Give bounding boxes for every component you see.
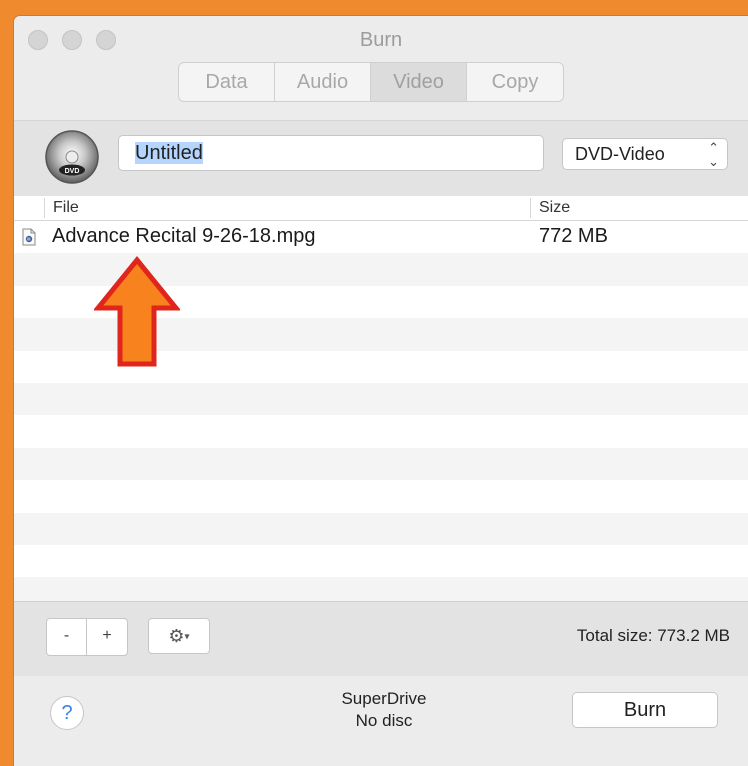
dvd-disc-icon: DVD: [45, 130, 99, 184]
footer-bar: ? SuperDrive No disc Burn: [14, 676, 748, 766]
title-bar: Burn Data Audio Video Copy: [14, 16, 748, 121]
chevron-down-icon: ▾: [184, 631, 190, 643]
empty-row: [14, 545, 748, 577]
tab-audio[interactable]: Audio: [275, 63, 371, 101]
drive-status: No disc: [355, 711, 413, 730]
help-button[interactable]: ?: [50, 696, 84, 730]
disc-type-value: DVD-Video: [575, 144, 665, 164]
window-title: Burn: [359, 29, 403, 51]
disc-name-value: Untitled: [135, 142, 203, 164]
add-remove-group: - +: [46, 618, 128, 656]
tab-data[interactable]: Data: [179, 63, 275, 101]
svg-text:DVD: DVD: [65, 168, 80, 175]
select-arrows-icon: ⌃ ⌄: [708, 140, 719, 169]
empty-row: [14, 577, 748, 601]
bottom-toolbar: - + ⚙▾ Total size: 773.2 MB: [14, 601, 748, 677]
tab-video[interactable]: Video: [371, 63, 467, 101]
disc-name-field[interactable]: Untitled: [118, 135, 544, 171]
annotation-up-arrow-icon: [94, 256, 180, 367]
table-row[interactable]: Advance Recital 9-26-18.mpg 772 MB: [14, 221, 748, 253]
tab-copy[interactable]: Copy: [467, 63, 563, 101]
video-file-icon: [22, 228, 36, 246]
drive-name: SuperDrive: [341, 689, 427, 708]
add-file-button[interactable]: +: [87, 619, 127, 655]
file-size: 772 MB: [539, 225, 608, 247]
burn-button[interactable]: Burn: [572, 692, 718, 728]
empty-row: [14, 512, 748, 545]
drive-info: SuperDrive No disc: [284, 688, 484, 732]
empty-row: [14, 415, 748, 447]
empty-row: [14, 382, 748, 416]
mode-tabs: Data Audio Video Copy: [178, 62, 564, 102]
file-name: Advance Recital 9-26-18.mpg: [52, 225, 316, 247]
column-header-size[interactable]: Size: [530, 198, 570, 218]
burn-window: Burn Data Audio Video Copy DVD Untitled …: [14, 16, 748, 766]
action-menu-button[interactable]: ⚙▾: [148, 618, 210, 654]
gear-icon: ⚙: [168, 626, 185, 646]
table-header: File Size: [14, 196, 748, 221]
disc-type-select[interactable]: DVD-Video ⌃ ⌄: [562, 138, 728, 170]
total-size-label: Total size: 773.2 MB: [576, 626, 730, 645]
remove-file-button[interactable]: -: [47, 619, 87, 655]
column-header-file[interactable]: File: [44, 198, 79, 218]
empty-row: [14, 480, 748, 512]
empty-row: [14, 447, 748, 481]
